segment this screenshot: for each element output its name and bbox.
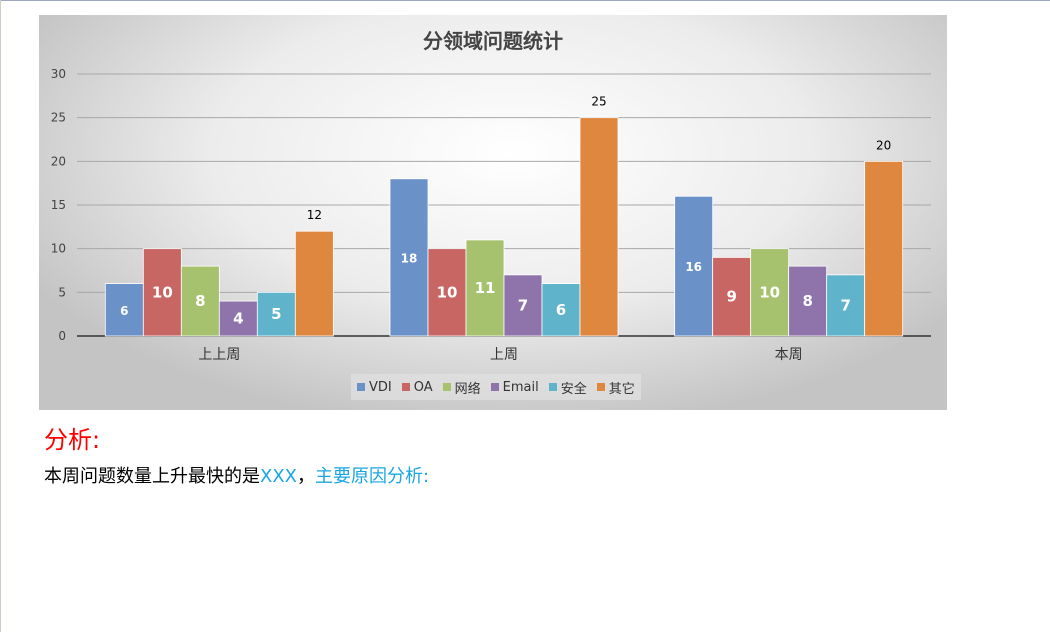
legend-item: 其它 bbox=[596, 378, 635, 397]
legend-item: 安全 bbox=[548, 378, 587, 397]
legend-item: 网络 bbox=[442, 378, 481, 397]
page-left-rule bbox=[0, 0, 1, 632]
legend-label: OA bbox=[413, 379, 433, 395]
analysis-separator: ， bbox=[297, 466, 315, 487]
data-label: 16 bbox=[685, 260, 702, 274]
legend-label: Email bbox=[502, 379, 539, 395]
y-tick-label: 25 bbox=[51, 111, 66, 125]
data-label: 7 bbox=[840, 296, 850, 314]
y-tick-label: 15 bbox=[51, 198, 66, 212]
y-tick-label: 5 bbox=[58, 285, 66, 299]
chart-area: 分领域问题统计 0 5 10 15 20 25 30 上上周 6 10 8 4 5 12 上周 18 10 11 7… bbox=[39, 15, 947, 410]
data-label: 10 bbox=[437, 283, 458, 301]
x-category-label: 本周 bbox=[775, 347, 803, 363]
analysis-suffix: 主要原因分析: bbox=[315, 466, 430, 487]
y-tick-label: 0 bbox=[58, 329, 66, 343]
data-label: 4 bbox=[233, 310, 243, 328]
legend-swatch bbox=[442, 383, 451, 391]
data-label: 18 bbox=[401, 251, 418, 265]
legend-item: OA bbox=[401, 379, 433, 395]
bar-其它 bbox=[294, 230, 334, 337]
data-label: 10 bbox=[152, 283, 173, 301]
bar-chart: 0 5 10 15 20 25 30 上上周 6 10 8 4 5 12 上周 18 10 11 7 6 25 本周 16 9… bbox=[51, 67, 931, 363]
data-label: 12 bbox=[307, 208, 322, 222]
analysis-text: 本周问题数量上升最快的是XXX，主要原因分析: bbox=[44, 462, 429, 488]
data-label: 25 bbox=[591, 95, 606, 109]
x-category-label: 上周 bbox=[490, 347, 518, 363]
data-label: 6 bbox=[556, 301, 566, 319]
bar-其它 bbox=[864, 160, 904, 337]
legend-swatch bbox=[357, 383, 365, 391]
legend-item: Email bbox=[490, 379, 539, 395]
x-category-label: 上上周 bbox=[198, 347, 240, 363]
chart-legend: VDI OA 网络 Email 安全 其它 bbox=[351, 374, 641, 400]
legend-label: VDI bbox=[369, 379, 392, 395]
data-label: 8 bbox=[195, 292, 205, 310]
y-tick-label: 10 bbox=[51, 242, 66, 256]
legend-item: VDI bbox=[357, 380, 392, 395]
analysis-highlight: XXX bbox=[260, 466, 297, 487]
y-tick-label: 30 bbox=[51, 67, 66, 81]
legend-label: 网络 bbox=[454, 381, 481, 397]
legend-swatch bbox=[401, 383, 410, 391]
legend-label: 安全 bbox=[560, 381, 587, 397]
data-label: 7 bbox=[518, 296, 528, 314]
bar-其它 bbox=[579, 117, 619, 337]
legend-swatch bbox=[548, 383, 557, 391]
data-label: 8 bbox=[802, 292, 812, 310]
data-label: 10 bbox=[759, 283, 780, 301]
legend-label: 其它 bbox=[608, 381, 635, 397]
data-label: 20 bbox=[876, 138, 891, 152]
analysis-heading: 分析: bbox=[44, 426, 101, 454]
data-label: 6 bbox=[120, 304, 128, 318]
analysis-prefix: 本周问题数量上升最快的是 bbox=[44, 466, 260, 487]
data-label: 9 bbox=[726, 288, 736, 306]
page-top-rule bbox=[0, 0, 1050, 1]
data-label: 11 bbox=[475, 279, 496, 297]
legend-swatch bbox=[490, 383, 499, 391]
legend-swatch bbox=[596, 383, 605, 391]
data-label: 5 bbox=[271, 305, 281, 323]
y-tick-label: 20 bbox=[51, 154, 66, 168]
